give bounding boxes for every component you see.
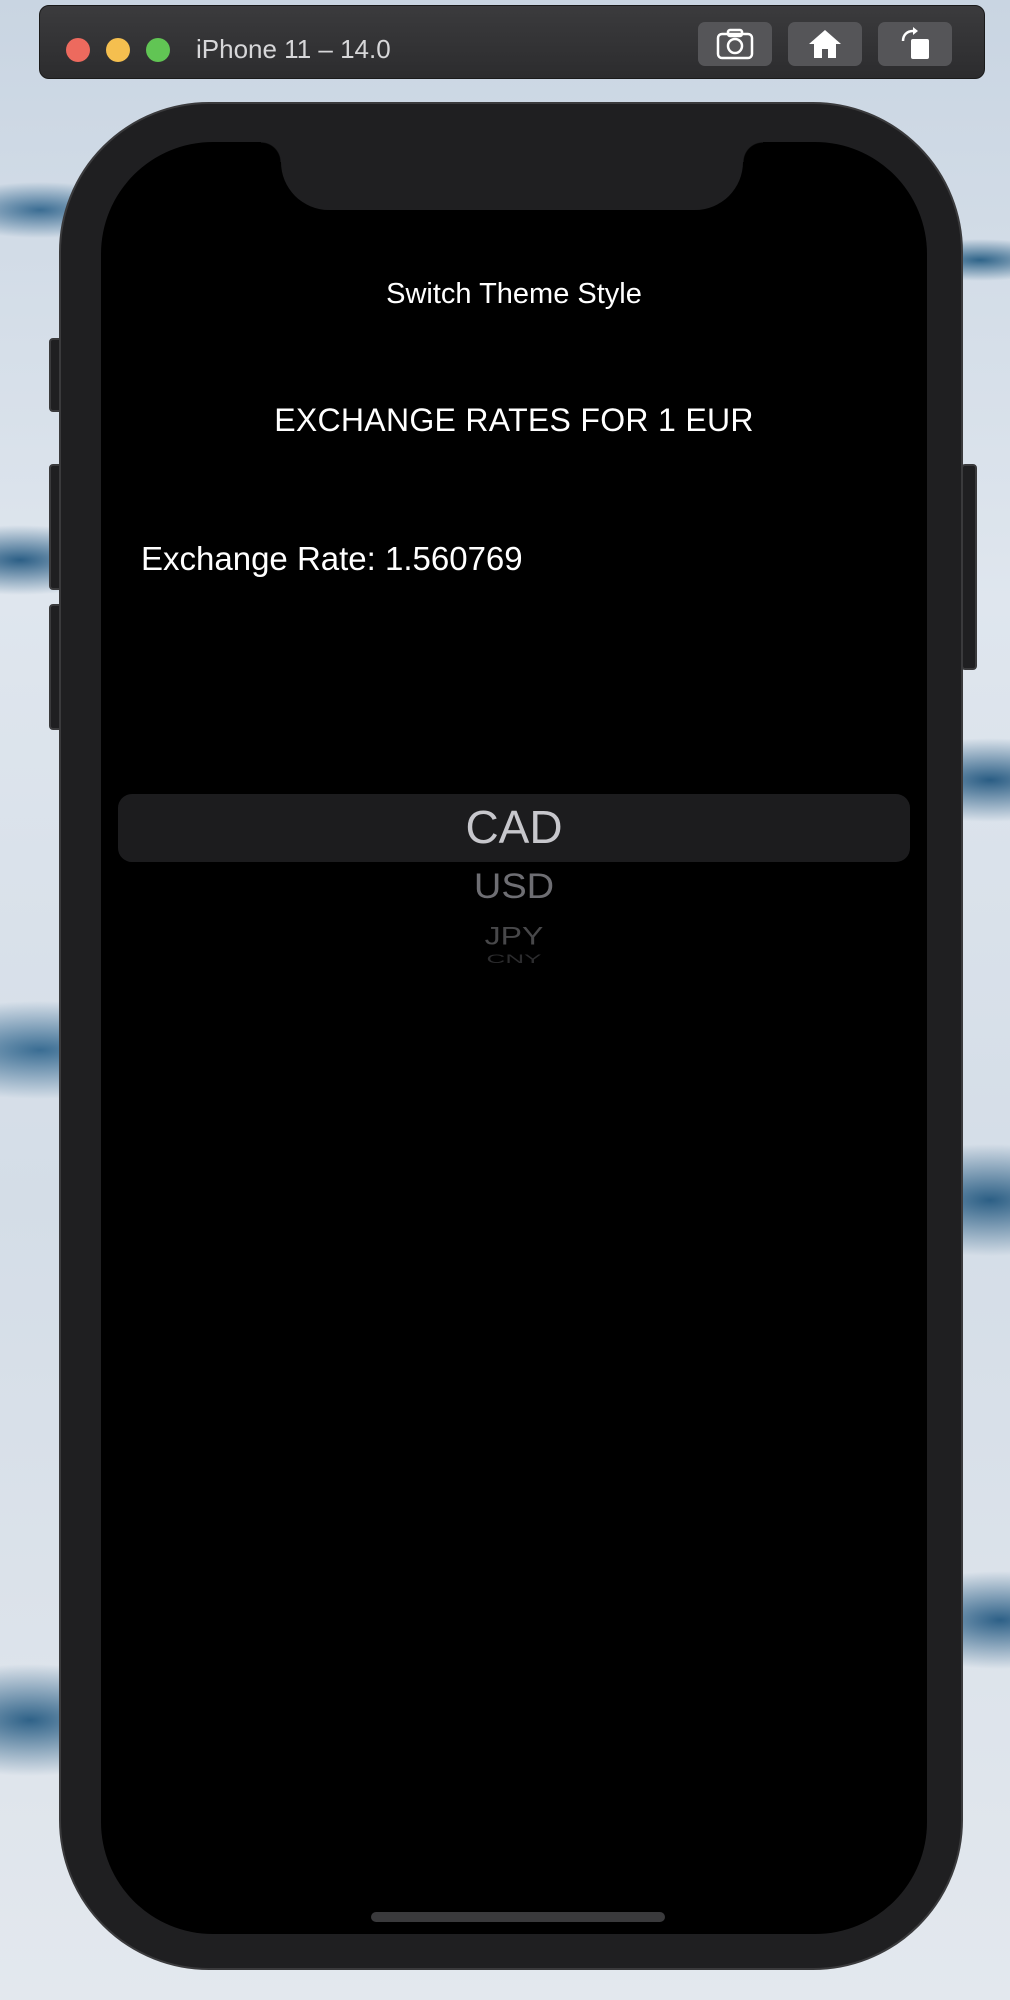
exchange-rate-label: Exchange Rate: 1.560769 — [141, 540, 523, 577]
rotate-icon — [901, 27, 929, 59]
home-icon — [809, 30, 841, 58]
picker-option-selected[interactable]: CAD — [101, 800, 927, 854]
zoom-window-button[interactable] — [146, 38, 170, 62]
picker-option[interactable]: USD — [101, 868, 927, 908]
home-indicator[interactable] — [371, 1912, 665, 1922]
screenshot-button[interactable] — [698, 22, 772, 66]
power-button — [961, 464, 977, 670]
simulator-title: iPhone 11 – 14.0 — [196, 34, 391, 64]
switch-theme-button[interactable]: Switch Theme Style — [101, 278, 927, 311]
close-window-button[interactable] — [66, 38, 90, 62]
page-title: EXCHANGE RATES FOR 1 EUR — [274, 402, 754, 438]
notch — [261, 142, 763, 210]
app-screen: Switch Theme Style EXCHANGE RATES FOR 1 … — [101, 142, 927, 1934]
home-button[interactable] — [788, 22, 862, 66]
currency-picker[interactable]: CAD USD JPY CNY — [101, 782, 927, 1022]
iphone-device-frame: Switch Theme Style EXCHANGE RATES FOR 1 … — [59, 102, 963, 1970]
simulator-titlebar: iPhone 11 – 14.0 — [39, 5, 985, 79]
picker-option[interactable]: CNY — [101, 952, 927, 966]
picker-option[interactable]: JPY — [101, 922, 927, 951]
camera-icon — [716, 28, 754, 60]
minimize-window-button[interactable] — [106, 38, 130, 62]
rotate-button[interactable] — [878, 22, 952, 66]
